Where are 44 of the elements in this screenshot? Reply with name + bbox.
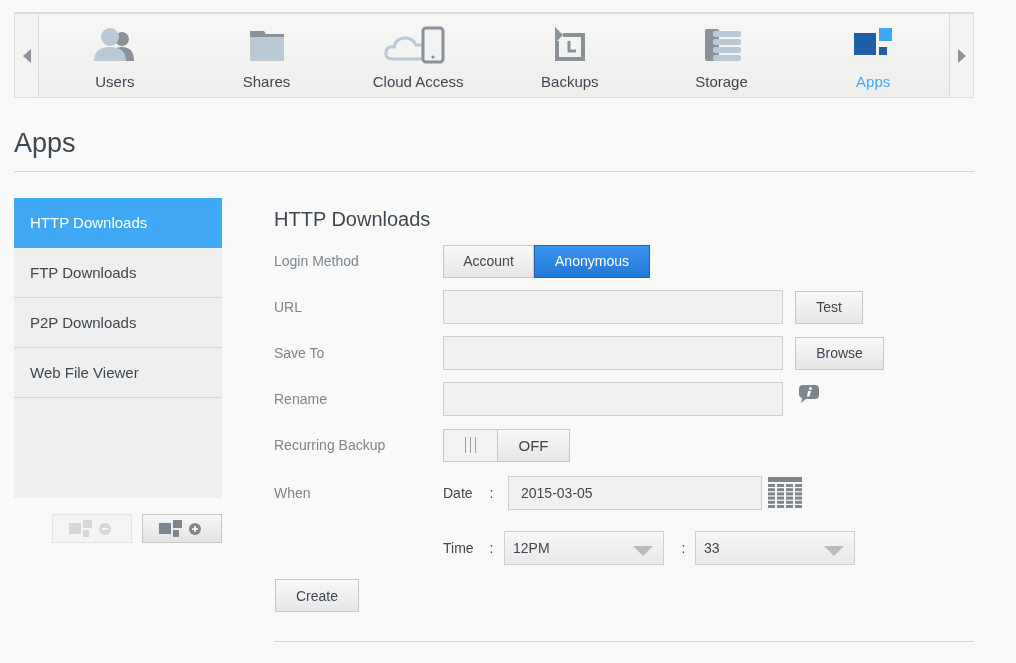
sidebar-item[interactable]: FTP Downloads: [14, 248, 222, 298]
nav-tab[interactable]: Shares: [190, 14, 343, 97]
scroll-right-button[interactable]: [949, 14, 973, 97]
calendar-icon[interactable]: [768, 477, 802, 509]
hour-minute-colon: :: [680, 540, 687, 556]
login-method-option[interactable]: Anonymous: [534, 244, 650, 278]
rename-field[interactable]: [443, 382, 783, 416]
date-field[interactable]: 2015-03-05: [508, 476, 762, 510]
time-colon: :: [488, 540, 495, 556]
sidebar-item[interactable]: P2P Downloads: [14, 298, 222, 348]
dropdown-caret-icon: [633, 546, 653, 556]
nav-tab[interactable]: Storage: [645, 14, 798, 97]
browse-button[interactable]: Browse: [795, 336, 884, 370]
save-to-field[interactable]: [443, 336, 783, 370]
left-arrow-icon: [22, 48, 31, 63]
scroll-left-button[interactable]: [15, 14, 39, 97]
save-to-label: Save To: [274, 345, 326, 361]
when-label: When: [274, 485, 312, 501]
nav-tab[interactable]: Users: [39, 14, 191, 97]
minute-dropdown[interactable]: 33: [695, 531, 855, 565]
time-label: Time: [443, 540, 475, 556]
page-title: Apps: [14, 128, 974, 172]
create-button[interactable]: Create: [275, 579, 359, 612]
toggle-handle[interactable]: [444, 429, 498, 461]
rename-label: Rename: [274, 391, 328, 407]
login-method-option[interactable]: Account: [443, 244, 534, 278]
sidebar-item[interactable]: Web File Viewer: [14, 348, 222, 398]
toggle-state: OFF: [517, 435, 550, 456]
nav-tab[interactable]: Backups: [494, 14, 646, 97]
dropdown-caret-icon: [824, 546, 844, 556]
login-method-label: Login Method: [274, 253, 360, 269]
recurring-backup-toggle[interactable]: OFF: [443, 428, 570, 462]
test-button[interactable]: Test: [795, 290, 863, 324]
date-label: Date: [443, 485, 474, 501]
right-arrow-icon: [957, 48, 966, 63]
info-icon[interactable]: [798, 384, 820, 404]
recurring-backup-label: Recurring Backup: [274, 437, 387, 453]
hour-dropdown[interactable]: 12PM: [504, 531, 664, 565]
nav-tab[interactable]: Cloud Access: [342, 14, 494, 97]
url-label: URL: [274, 299, 303, 315]
add-app-button[interactable]: [142, 514, 222, 543]
url-field[interactable]: [443, 290, 783, 324]
date-colon: :: [488, 485, 495, 501]
form-title: HTTP Downloads: [274, 208, 432, 231]
